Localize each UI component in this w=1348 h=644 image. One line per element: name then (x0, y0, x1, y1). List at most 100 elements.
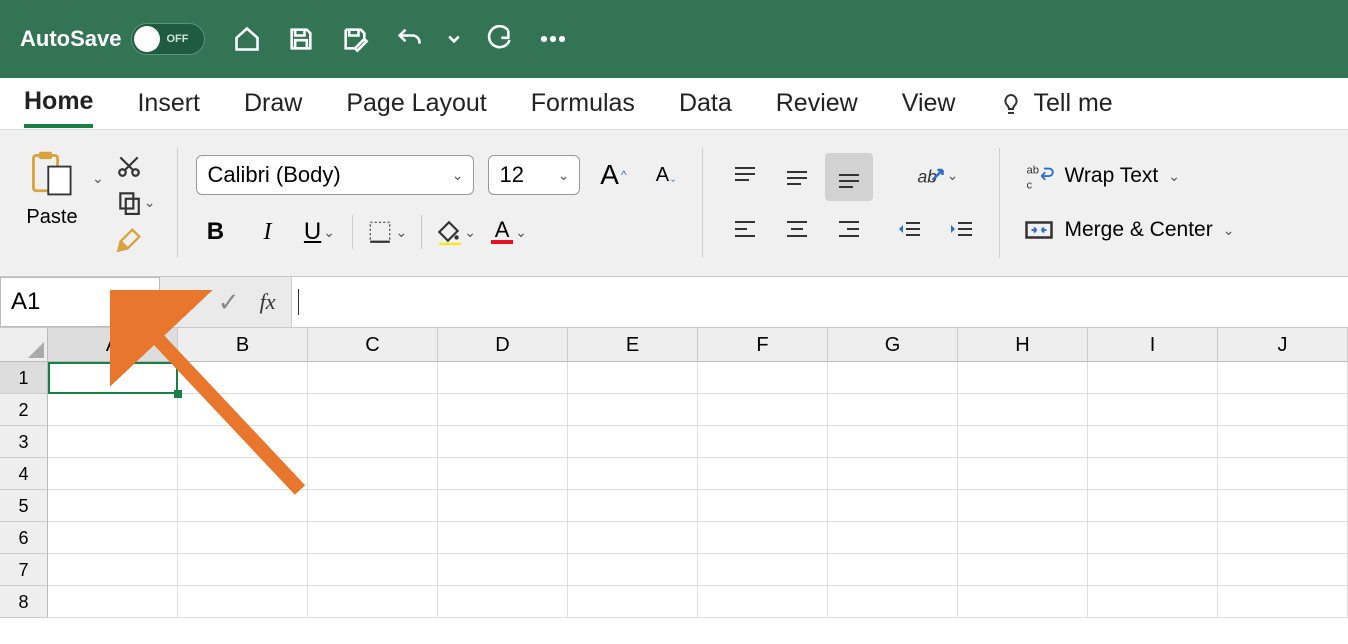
cell[interactable] (1088, 586, 1218, 618)
tab-draw[interactable]: Draw (244, 81, 302, 126)
column-header[interactable]: J (1218, 328, 1348, 362)
cell[interactable] (438, 522, 568, 554)
cell[interactable] (48, 426, 178, 458)
cell[interactable] (178, 426, 308, 458)
cell[interactable] (1088, 426, 1218, 458)
cell[interactable] (1088, 554, 1218, 586)
cell[interactable] (438, 458, 568, 490)
cell[interactable] (698, 554, 828, 586)
align-left-button[interactable] (721, 205, 769, 253)
cell[interactable] (1088, 522, 1218, 554)
cell[interactable] (698, 362, 828, 394)
align-middle-button[interactable] (773, 153, 821, 201)
cell[interactable] (178, 586, 308, 618)
cell[interactable] (438, 362, 568, 394)
orientation-button[interactable]: ab ⌄ (891, 156, 981, 194)
font-color-button[interactable]: A ⌄ (490, 213, 528, 251)
copy-dropdown-icon[interactable]: ⌄ (144, 194, 156, 211)
tab-formulas[interactable]: Formulas (531, 81, 635, 126)
undo-dropdown-icon[interactable] (445, 21, 463, 57)
cell[interactable] (568, 394, 698, 426)
column-header[interactable]: C (308, 328, 438, 362)
copy-button[interactable]: ⌄ (116, 189, 156, 215)
cell[interactable] (48, 522, 178, 554)
cell[interactable] (178, 490, 308, 522)
select-all-corner[interactable] (0, 328, 48, 362)
cell[interactable] (828, 426, 958, 458)
cell[interactable] (958, 362, 1088, 394)
cell[interactable] (698, 458, 828, 490)
cell[interactable] (438, 394, 568, 426)
enter-formula-icon[interactable]: ✓ (218, 287, 240, 318)
cell[interactable] (48, 394, 178, 426)
tell-me[interactable]: Tell me (999, 81, 1112, 126)
column-header[interactable]: F (698, 328, 828, 362)
cell[interactable] (568, 522, 698, 554)
column-header[interactable]: I (1088, 328, 1218, 362)
cell[interactable] (178, 522, 308, 554)
cell[interactable] (308, 426, 438, 458)
cell[interactable] (958, 490, 1088, 522)
cell[interactable] (48, 458, 178, 490)
cell[interactable] (48, 554, 178, 586)
row-header[interactable]: 2 (0, 394, 48, 426)
cell[interactable] (698, 522, 828, 554)
italic-button[interactable]: I (248, 213, 286, 251)
tab-insert[interactable]: Insert (137, 81, 200, 126)
cell[interactable] (1218, 458, 1348, 490)
cell[interactable] (1218, 554, 1348, 586)
cell[interactable] (958, 522, 1088, 554)
cell[interactable] (438, 554, 568, 586)
format-painter-button[interactable] (116, 225, 156, 253)
decrease-indent-button[interactable] (891, 212, 929, 250)
wrap-text-button[interactable]: abc Wrap Text ⌄ (1018, 157, 1240, 195)
align-center-button[interactable] (773, 205, 821, 253)
row-header[interactable]: 7 (0, 554, 48, 586)
cell[interactable] (698, 394, 828, 426)
column-header[interactable]: E (568, 328, 698, 362)
cell[interactable] (1088, 362, 1218, 394)
cell[interactable] (568, 362, 698, 394)
cell[interactable] (1218, 362, 1348, 394)
row-header[interactable]: 6 (0, 522, 48, 554)
cancel-formula-icon[interactable]: ✕ (176, 287, 198, 318)
cell[interactable] (698, 586, 828, 618)
home-icon[interactable] (229, 21, 265, 57)
cell[interactable] (698, 490, 828, 522)
column-header[interactable]: A (48, 328, 178, 362)
row-header[interactable]: 5 (0, 490, 48, 522)
tab-page-layout[interactable]: Page Layout (346, 81, 486, 126)
name-box-stepper[interactable]: ▲▼ (138, 291, 149, 313)
cell[interactable] (958, 426, 1088, 458)
borders-button[interactable]: ⌄ (367, 213, 407, 251)
column-header[interactable]: B (178, 328, 308, 362)
cell[interactable] (828, 458, 958, 490)
cell[interactable] (178, 554, 308, 586)
cell[interactable] (178, 394, 308, 426)
row-header[interactable]: 3 (0, 426, 48, 458)
formula-bar[interactable] (291, 277, 1348, 327)
decrease-font-button[interactable]: Aˬ (646, 156, 684, 194)
increase-font-button[interactable]: A^ (594, 156, 632, 194)
cell[interactable] (828, 586, 958, 618)
cell[interactable] (308, 362, 438, 394)
cell[interactable] (1088, 490, 1218, 522)
cell[interactable] (568, 490, 698, 522)
row-header[interactable]: 4 (0, 458, 48, 490)
name-box[interactable]: A1 ▲▼ (0, 277, 160, 327)
cell[interactable] (1088, 458, 1218, 490)
bold-button[interactable]: B (196, 213, 234, 251)
cell[interactable] (568, 458, 698, 490)
cut-button[interactable] (116, 153, 156, 179)
row-header[interactable]: 1 (0, 362, 48, 394)
cell[interactable] (1218, 394, 1348, 426)
align-right-button[interactable] (825, 205, 873, 253)
cell[interactable] (958, 458, 1088, 490)
column-header[interactable]: H (958, 328, 1088, 362)
cell[interactable] (958, 394, 1088, 426)
cell[interactable] (1218, 586, 1348, 618)
cell[interactable] (1218, 426, 1348, 458)
fx-icon[interactable]: fx (260, 289, 276, 315)
cell[interactable] (178, 362, 308, 394)
tab-view[interactable]: View (902, 81, 956, 126)
